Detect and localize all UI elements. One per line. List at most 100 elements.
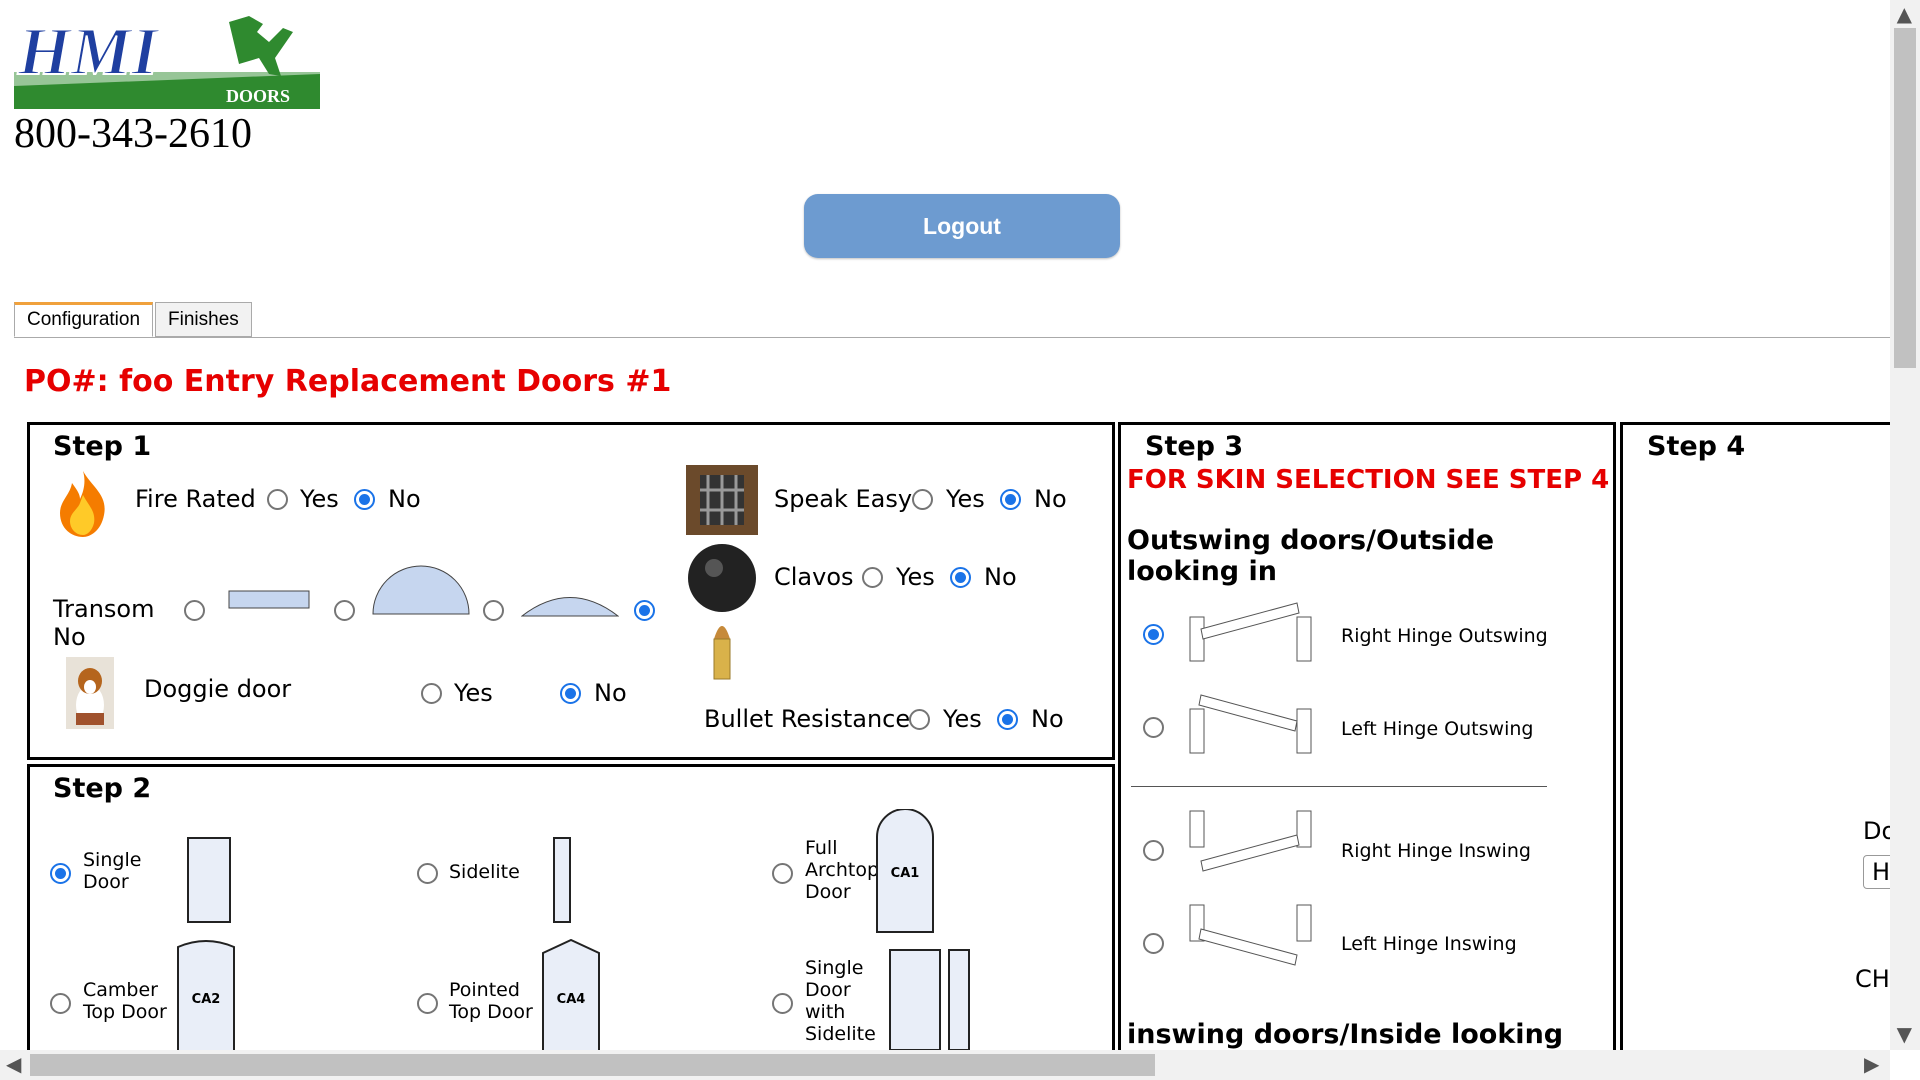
doggie-door-yes-label: Yes [454, 679, 493, 707]
transom-camber-radio[interactable] [483, 600, 504, 621]
right-hinge-outswing-label: Right Hinge Outswing [1341, 625, 1548, 647]
transom-arch-icon [372, 565, 470, 619]
phone-number: 800-343-2610 [14, 111, 252, 157]
step1-panel: Step 1 Fire Rated Yes No Transom No Dogg… [27, 422, 1115, 760]
left-hinge-outswing-icon [1187, 687, 1317, 761]
transom-camber-icon [520, 589, 620, 621]
bullet-resistance-yes-radio[interactable] [909, 709, 930, 730]
left-hinge-inswing-label: Left Hinge Inswing [1341, 933, 1517, 955]
single-door-sidelite-label: Single Door with Sidelite [805, 957, 876, 1045]
right-hinge-inswing-icon [1187, 809, 1317, 883]
transom-rect-icon [228, 590, 310, 614]
left-hinge-outswing-label: Left Hinge Outswing [1341, 718, 1534, 740]
speak-easy-yes-radio[interactable] [912, 489, 933, 510]
doggie-door-yes-radio[interactable] [421, 683, 442, 704]
clavos-no-label: No [984, 563, 1017, 591]
svg-text:DOORS: DOORS [226, 86, 290, 106]
bullet-resistance-no-radio[interactable] [997, 709, 1018, 730]
horizontal-scroll-thumb[interactable] [30, 1054, 1155, 1076]
right-hinge-outswing-radio[interactable] [1143, 624, 1164, 645]
speak-easy-label: Speak Easy [774, 485, 913, 513]
svg-text:CA4: CA4 [557, 992, 586, 1007]
speak-easy-no-label: No [1034, 485, 1067, 513]
fire-rated-yes-radio[interactable] [267, 489, 288, 510]
fire-rated-yes-label: Yes [300, 485, 339, 513]
bullet-resistance-yes-label: Yes [943, 705, 982, 733]
right-hinge-inswing-radio[interactable] [1143, 840, 1164, 861]
right-hinge-inswing-label: Right Hinge Inswing [1341, 840, 1531, 862]
bullet-resistance-label: Bullet Resistance [704, 705, 911, 733]
clavos-label: Clavos [774, 563, 854, 591]
sidelite-icon [553, 837, 571, 923]
single-door-sidelite-lite-icon [948, 949, 970, 1050]
step1-title: Step 1 [53, 431, 152, 462]
right-hinge-outswing-icon [1187, 595, 1317, 669]
left-hinge-outswing-radio[interactable] [1143, 717, 1164, 738]
tab-divider [14, 337, 1890, 338]
speak-easy-yes-label: Yes [946, 485, 985, 513]
single-door-sidelite-radio[interactable] [772, 993, 793, 1014]
transom-rect-radio[interactable] [184, 600, 205, 621]
clavos-no-radio[interactable] [950, 567, 971, 588]
transom-none-radio[interactable] [634, 600, 655, 621]
scroll-up-icon[interactable]: ▲ [1897, 2, 1912, 26]
full-archtop-label: Full Archtop Door [805, 837, 880, 903]
hmi-doors-logo: HMI DOORS [14, 12, 320, 109]
camber-top-label: Camber Top Door [83, 979, 167, 1023]
speak-easy-no-radio[interactable] [1000, 489, 1021, 510]
page-title: PO#: foo Entry Replacement Doors #1 [24, 364, 672, 399]
bullet-resistance-no-label: No [1031, 705, 1064, 733]
step2-panel: Step 2 Single Door Sidelite Full Archtop… [27, 764, 1115, 1050]
svg-text:HMI: HMI [17, 14, 160, 89]
bullet-icon [710, 615, 734, 685]
step4-panel: Step 4 Do H CH [1620, 422, 1900, 1050]
doggie-door-no-radio[interactable] [560, 683, 581, 704]
step4-choice-label: CH [1855, 965, 1890, 993]
single-door-sidelite-door-icon [889, 949, 941, 1050]
vertical-scroll-thumb[interactable] [1894, 28, 1916, 368]
speak-easy-image [686, 465, 758, 539]
doggie-door-no-label: No [594, 679, 627, 707]
pointed-top-icon: CA4 [542, 938, 600, 1050]
step4-title: Step 4 [1647, 431, 1746, 462]
fire-rated-label: Fire Rated [135, 485, 256, 513]
single-door-label: Single Door [83, 849, 142, 893]
scroll-left-icon[interactable]: ◀ [6, 1052, 21, 1076]
transom-selected-value: No [53, 623, 86, 651]
step2-title: Step 2 [53, 773, 152, 804]
svg-text:CA1: CA1 [891, 866, 920, 881]
tab-finishes[interactable]: Finishes [155, 302, 252, 337]
pointed-top-label: Pointed Top Door [449, 979, 533, 1023]
fire-rated-no-label: No [388, 485, 421, 513]
single-door-radio[interactable] [50, 863, 71, 884]
left-hinge-inswing-icon [1187, 903, 1317, 977]
fire-rated-no-radio[interactable] [354, 489, 375, 510]
doggie-door-label: Doggie door [144, 675, 292, 703]
svg-text:CA2: CA2 [192, 992, 221, 1007]
single-door-icon [187, 837, 231, 923]
scroll-right-icon[interactable]: ▶ [1864, 1052, 1879, 1076]
transom-arch-radio[interactable] [334, 600, 355, 621]
clavos-yes-radio[interactable] [862, 567, 883, 588]
left-hinge-inswing-radio[interactable] [1143, 933, 1164, 954]
logout-button[interactable]: Logout [804, 194, 1120, 258]
step3-panel: Step 3 FOR SKIN SELECTION SEE STEP 4 Out… [1118, 422, 1616, 1050]
pointed-top-radio[interactable] [417, 993, 438, 1014]
sidelite-radio[interactable] [417, 863, 438, 884]
scroll-down-icon[interactable]: ▼ [1897, 1022, 1912, 1046]
full-archtop-icon: CA1 [876, 808, 934, 937]
camber-top-icon: CA2 [177, 939, 235, 1050]
fire-icon [52, 469, 114, 543]
inswing-heading: inswing doors/Inside looking out [1127, 1019, 1564, 1050]
clavos-image [686, 543, 758, 617]
tab-bar: Configuration Finishes [14, 302, 254, 337]
full-archtop-radio[interactable] [772, 863, 793, 884]
sidelite-label: Sidelite [449, 861, 520, 883]
step3-skin-note: FOR SKIN SELECTION SEE STEP 4 [1127, 465, 1610, 495]
doggie-door-image [66, 657, 114, 733]
tab-configuration[interactable]: Configuration [14, 302, 154, 337]
step3-divider [1131, 786, 1547, 787]
outswing-heading: Outswing doors/Outside looking in [1127, 525, 1495, 587]
transom-label: Transom [53, 595, 155, 623]
camber-top-radio[interactable] [50, 993, 71, 1014]
